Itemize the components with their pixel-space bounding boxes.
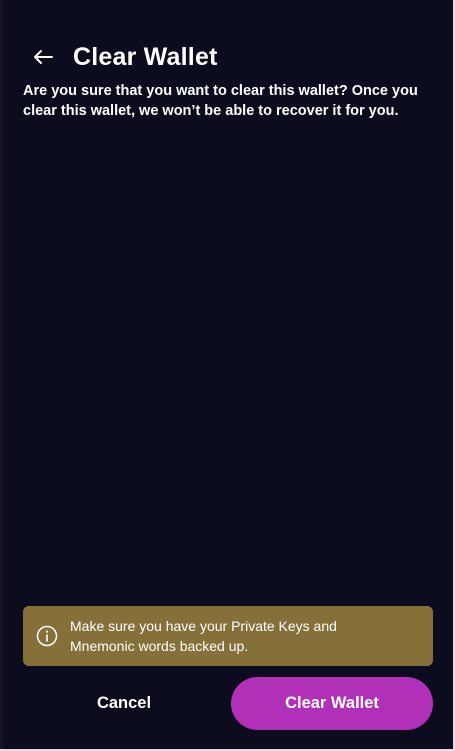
info-icon: [36, 625, 58, 647]
back-button[interactable]: [30, 44, 56, 70]
warning-text: Make sure you have your Private Keys and…: [70, 618, 337, 654]
confirmation-message: Are you sure that you want to clear this…: [23, 83, 418, 119]
backup-warning-banner: Make sure you have your Private Keys and…: [23, 606, 433, 666]
page-title: Clear Wallet: [73, 42, 218, 71]
clear-wallet-button[interactable]: Clear Wallet: [231, 677, 433, 730]
arrow-left-icon: [34, 50, 53, 64]
cancel-button[interactable]: Cancel: [59, 681, 189, 725]
page-header: Clear Wallet: [30, 40, 218, 74]
window-edge-left: [0, 0, 3, 751]
